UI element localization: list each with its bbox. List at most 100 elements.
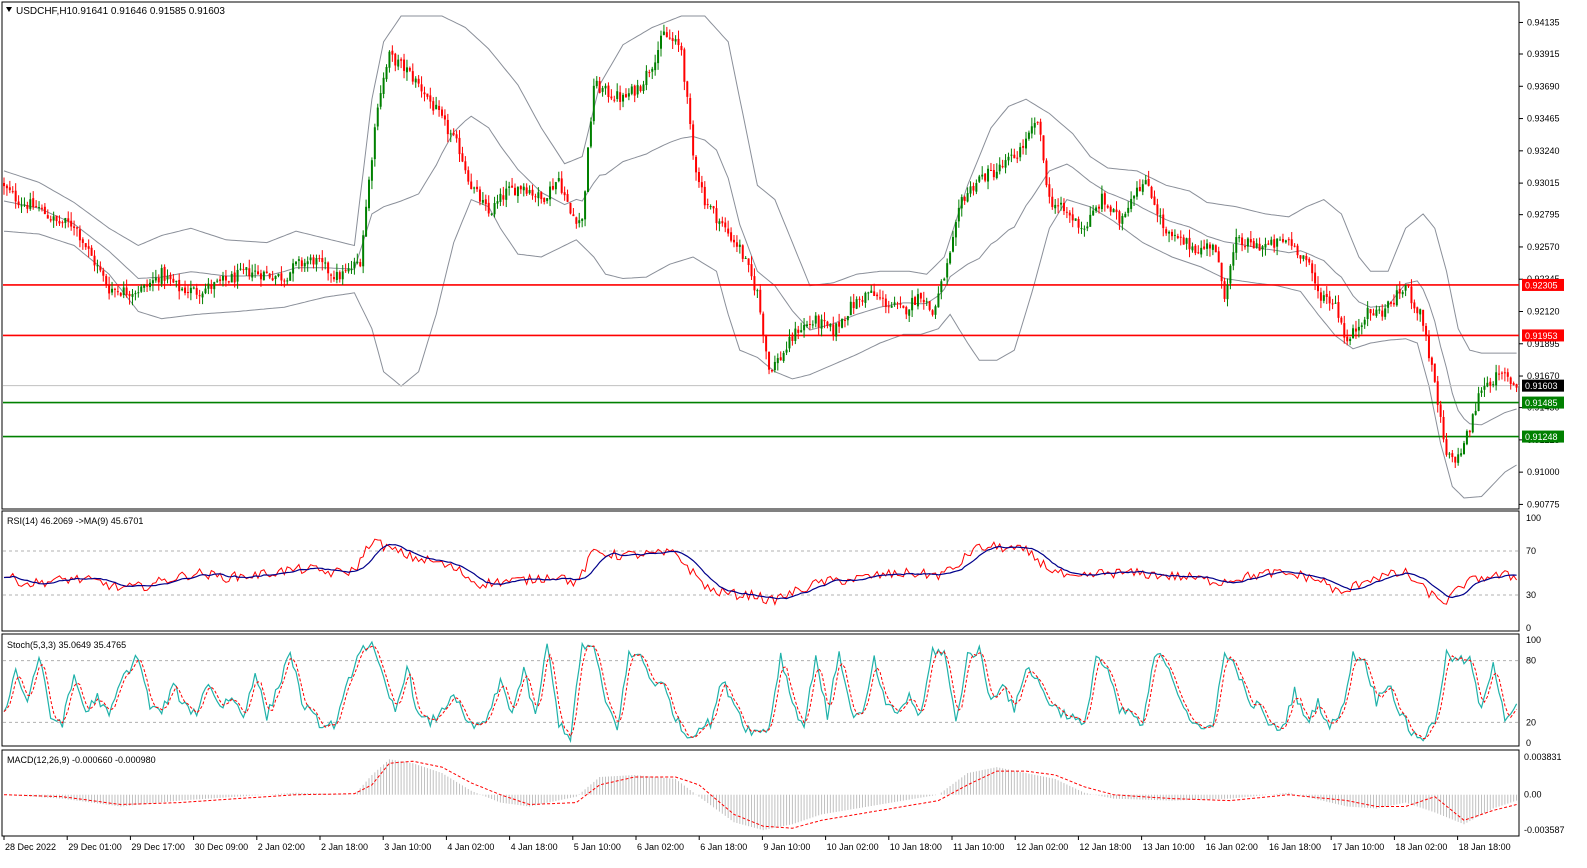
bear-candle (78, 229, 81, 241)
bear-candle (531, 189, 534, 196)
bear-candle (464, 161, 467, 171)
bull-candle (1030, 126, 1033, 134)
bull-candle (660, 35, 662, 49)
bear-candle (1165, 229, 1168, 234)
bear-candle (706, 204, 709, 206)
bull-candle (794, 328, 797, 341)
bull-candle (516, 187, 519, 197)
bear-candle (992, 169, 995, 178)
bull-candle (493, 203, 496, 215)
bear-candle (1407, 284, 1410, 287)
time-tick-label: 29 Dec 17:00 (131, 842, 185, 852)
bear-candle (426, 93, 429, 97)
bull-candle (957, 207, 960, 222)
bull-candle (537, 192, 540, 199)
bear-candle (1422, 309, 1425, 326)
bull-candle (969, 186, 972, 194)
bear-candle (1045, 160, 1048, 186)
time-tick-label: 10 Jan 02:00 (827, 842, 879, 852)
bear-candle (108, 285, 111, 294)
bear-candle (1217, 251, 1220, 263)
bear-candle (467, 170, 470, 182)
ohlc-values: 0.91641 0.91646 0.91585 0.91603 (72, 6, 225, 17)
bear-candle (394, 53, 397, 66)
bear-candle (332, 277, 335, 280)
price-tick-label: 0.93465 (1527, 114, 1560, 124)
bear-candle (455, 134, 458, 139)
bear-candle (43, 206, 46, 215)
bull-candle (435, 104, 438, 110)
bear-candle (1442, 416, 1445, 440)
bear-candle (1223, 281, 1226, 299)
bull-candle (207, 283, 210, 289)
bear-candle (458, 137, 461, 155)
bull-candle (368, 179, 370, 209)
bear-candle (984, 173, 987, 181)
bear-candle (157, 277, 160, 283)
bull-candle (549, 186, 552, 200)
bull-candle (1255, 243, 1258, 248)
bear-candle (1439, 404, 1442, 417)
rsi-panel[interactable] (1, 510, 1520, 632)
bull-candle (1486, 382, 1489, 387)
bear-candle (648, 72, 651, 74)
bull-candle (38, 207, 41, 209)
bull-candle (785, 349, 788, 353)
bear-candle (1062, 203, 1065, 212)
bull-candle (908, 309, 911, 316)
bear-candle (534, 196, 537, 198)
bear-candle (84, 243, 87, 248)
bear-candle (1392, 302, 1395, 305)
stoch-label: Stoch(5,3,3) 35.0649 35.4765 (7, 640, 126, 650)
bull-candle (1200, 247, 1203, 255)
bear-candle (832, 324, 835, 337)
bull-candle (1357, 326, 1360, 331)
stoch-tick-label: 20 (1526, 717, 1536, 727)
time-tick-label: 9 Jan 10:00 (763, 842, 810, 852)
bear-candle (73, 226, 76, 228)
bull-candle (966, 193, 969, 202)
bear-candle (1436, 381, 1439, 405)
bull-candle (131, 293, 134, 297)
bear-candle (1065, 211, 1068, 213)
bear-candle (423, 92, 426, 95)
bear-candle (184, 287, 187, 294)
bull-candle (916, 294, 919, 307)
bull-candle (1095, 207, 1098, 211)
bear-candle (1109, 206, 1112, 212)
bull-candle (490, 213, 493, 215)
bear-candle (989, 170, 992, 172)
bear-candle (1299, 255, 1302, 259)
bear-candle (1068, 212, 1071, 216)
bull-candle (674, 39, 677, 42)
bear-candle (1147, 179, 1150, 186)
bull-candle (835, 323, 838, 337)
bear-candle (1039, 121, 1042, 135)
bear-candle (1369, 309, 1372, 314)
bear-candle (727, 228, 730, 234)
bear-candle (1194, 245, 1197, 254)
bear-candle (1162, 214, 1165, 229)
bull-candle (584, 191, 587, 220)
bear-candle (1016, 157, 1019, 159)
bear-candle (1258, 243, 1261, 251)
stoch-panel[interactable] (1, 633, 1520, 747)
bear-candle (619, 92, 622, 102)
bear-candle (735, 242, 738, 247)
bear-candle (1252, 241, 1255, 249)
bear-candle (271, 278, 274, 281)
bear-candle (1343, 323, 1346, 338)
bear-candle (441, 109, 443, 116)
bear-candle (639, 86, 642, 92)
bear-candle (178, 279, 181, 292)
price-panel[interactable] (1, 1, 1520, 510)
bear-candle (1317, 284, 1319, 292)
rsi-label: RSI(14) 46.2069 ->MA(9) 45.6701 (7, 516, 143, 526)
bear-candle (540, 192, 543, 200)
bull-candle (1495, 372, 1498, 386)
bear-candle (759, 289, 762, 313)
trading-chart[interactable]: 0.94135 0.93915 0.93690 0.93465 0.93240 0.930… (0, 0, 1587, 868)
bull-candle (140, 286, 143, 292)
bull-candle (1384, 308, 1387, 317)
bear-candle (671, 38, 674, 41)
